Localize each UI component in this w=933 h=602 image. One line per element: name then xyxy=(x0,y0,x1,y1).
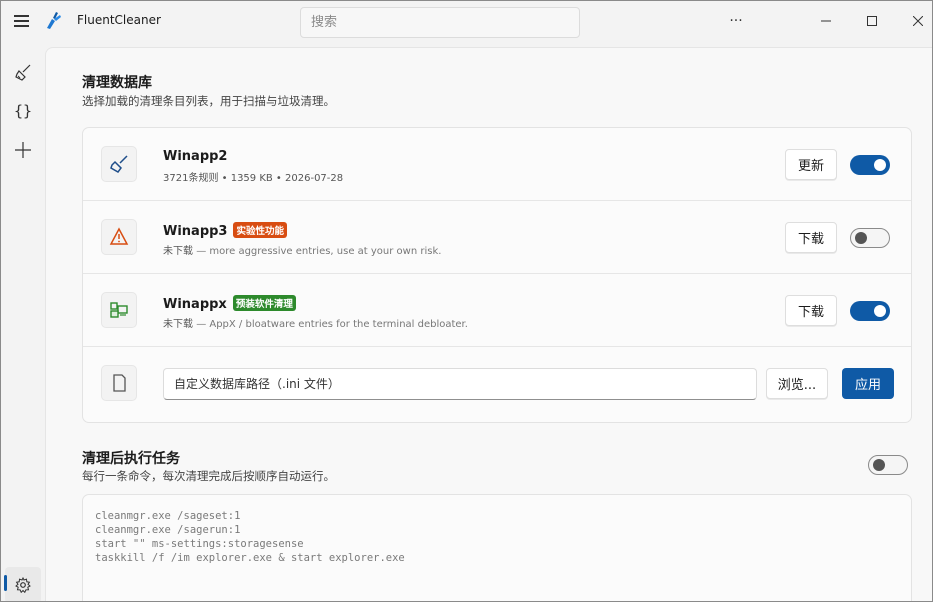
database-row-icon-box xyxy=(101,365,137,401)
database-enable-toggle[interactable] xyxy=(850,155,890,175)
database-description: — AppX / bloatware entries for the termi… xyxy=(196,319,468,330)
command-line: start "" ms-settings:storagesense xyxy=(95,538,304,550)
nav-active-indicator xyxy=(4,575,7,591)
toggle-knob xyxy=(855,232,867,244)
post-task-section-title: 清理后执行任务 xyxy=(82,451,180,467)
database-name: Winapp3 xyxy=(163,224,228,239)
warning-icon xyxy=(109,227,129,245)
toggle-knob xyxy=(874,305,886,317)
title-bar: FluentCleaner ··· xyxy=(1,1,932,41)
app-title: FluentCleaner xyxy=(77,13,161,27)
settings-page: 清理数据库 选择加载的清理条目列表，用于扫描与垃圾清理。 Winapp2 372… xyxy=(45,47,932,601)
search-input[interactable] xyxy=(300,7,580,38)
maximize-icon xyxy=(867,16,877,26)
database-name-line: Winapp3 实验性功能 xyxy=(163,222,287,239)
toggle-knob xyxy=(873,459,885,471)
post-task-section-subtitle: 每行一条命令，每次清理完成后按顺序自动运行。 xyxy=(82,469,335,483)
browse-button[interactable]: 浏览... xyxy=(766,368,828,399)
preinstalled-badge: 预装软件清理 xyxy=(232,295,296,311)
database-section-subtitle: 选择加载的清理条目列表，用于扫描与垃圾清理。 xyxy=(82,94,335,108)
database-name: Winappx xyxy=(163,297,227,312)
command-line: cleanmgr.exe /sagerun:1 xyxy=(95,524,241,536)
gear-icon xyxy=(15,577,31,593)
hamburger-menu-icon[interactable] xyxy=(11,11,33,31)
nav-clean-button[interactable] xyxy=(5,55,41,91)
database-row-icon-box xyxy=(101,292,137,328)
minimize-icon xyxy=(821,20,831,22)
database-enable-toggle[interactable] xyxy=(850,301,890,321)
nav-code-button[interactable]: {} xyxy=(5,93,41,129)
database-row-icon-box xyxy=(101,146,137,182)
app-logo-icon xyxy=(47,12,61,29)
database-row-icon-box xyxy=(101,219,137,255)
database-card: Winapp2 3721条规则 • 1359 KB • 2026-07-28 更… xyxy=(82,127,912,423)
apply-button[interactable]: 应用 xyxy=(842,368,894,399)
close-icon xyxy=(913,16,923,26)
broom-icon xyxy=(110,155,128,173)
database-status: 未下载 xyxy=(163,246,193,257)
download-database-button[interactable]: 下载 xyxy=(785,222,837,253)
database-row-winapp3: Winapp3 实验性功能 未下载 — more aggressive entri… xyxy=(83,201,911,274)
braces-icon: {} xyxy=(13,102,33,120)
database-name-line: Winappx 预装软件清理 xyxy=(163,295,296,312)
more-options-button[interactable]: ··· xyxy=(713,5,759,37)
database-status: 未下载 xyxy=(163,319,193,330)
database-meta: 3721条规则 • 1359 KB • 2026-07-28 xyxy=(163,173,344,184)
database-row-winapp2: Winapp2 3721条规则 • 1359 KB • 2026-07-28 更… xyxy=(83,128,911,201)
nav-add-button[interactable] xyxy=(5,132,41,168)
database-row-winappx: Winappx 预装软件清理 未下载 — AppX / bloatware ent… xyxy=(83,274,911,347)
post-task-command-editor[interactable]: cleanmgr.exe /sageset:1 cleanmgr.exe /sa… xyxy=(82,494,912,601)
database-section-title: 清理数据库 xyxy=(82,75,152,91)
custom-database-path-input[interactable] xyxy=(163,368,757,400)
plus-icon xyxy=(15,142,31,158)
post-task-enable-toggle[interactable] xyxy=(868,455,908,475)
database-meta-line: 未下载 — more aggressive entries, use at yo… xyxy=(163,242,441,257)
custom-database-row: 浏览... 应用 xyxy=(83,347,911,422)
navigation-rail: {} xyxy=(1,41,45,601)
command-line: taskkill /f /im explorer.exe & start exp… xyxy=(95,552,405,564)
minimize-button[interactable] xyxy=(803,5,849,37)
broom-icon xyxy=(15,64,31,81)
app-window: FluentCleaner ··· {} xyxy=(0,0,933,602)
command-line: cleanmgr.exe /sageset:1 xyxy=(95,510,241,522)
nav-settings-button[interactable] xyxy=(5,567,41,601)
toggle-knob xyxy=(874,159,886,171)
database-meta-line: 未下载 — AppX / bloatware entries for the t… xyxy=(163,315,468,330)
experimental-badge: 实验性功能 xyxy=(233,222,287,238)
file-icon xyxy=(113,374,126,392)
database-name: Winapp2 xyxy=(163,149,228,164)
maximize-button[interactable] xyxy=(849,5,895,37)
database-enable-toggle[interactable] xyxy=(850,228,890,248)
update-database-button[interactable]: 更新 xyxy=(785,149,837,180)
download-database-button[interactable]: 下载 xyxy=(785,295,837,326)
app-package-icon xyxy=(110,302,128,318)
database-description: — more aggressive entries, use at your o… xyxy=(196,246,442,257)
close-button[interactable] xyxy=(895,5,932,37)
